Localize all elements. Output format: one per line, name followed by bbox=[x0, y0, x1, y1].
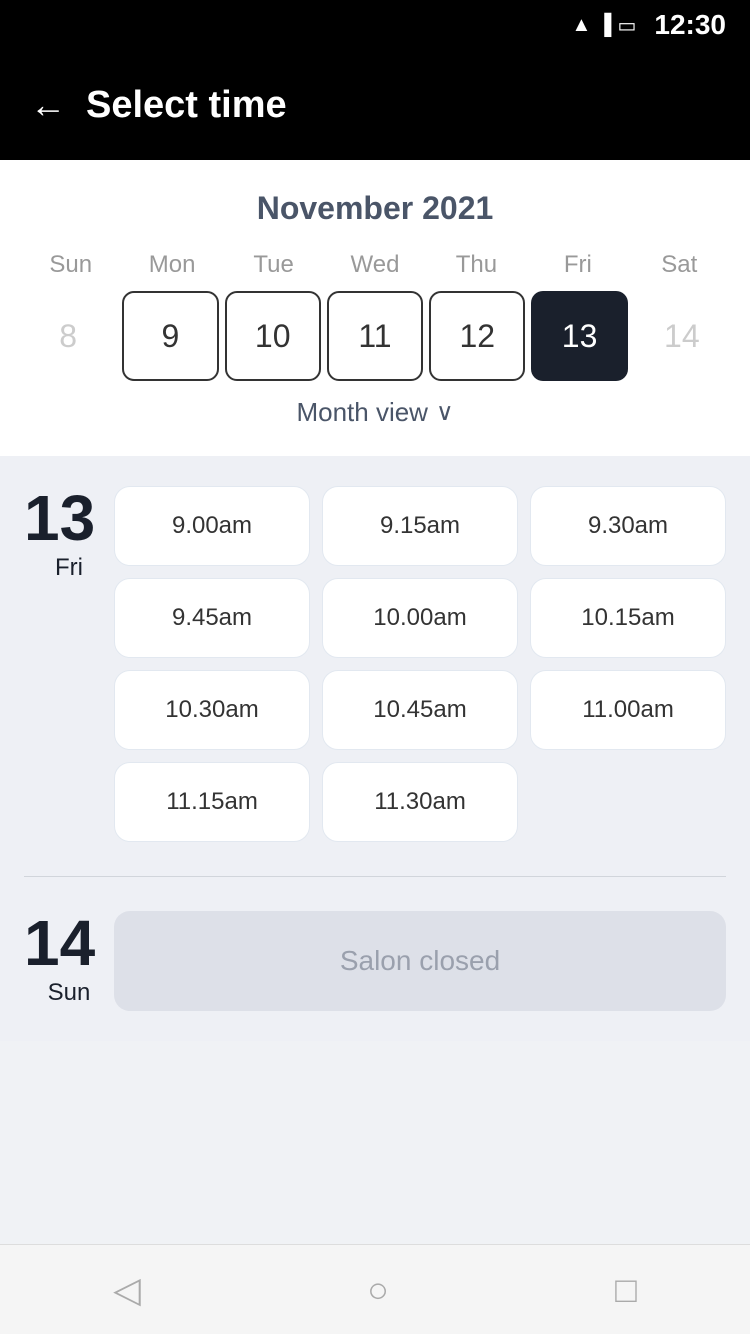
day-11[interactable]: 11 bbox=[327, 291, 423, 381]
timeslots-section: 13 Fri 9.00am 9.15am 9.30am 9.45am 10.00… bbox=[0, 456, 750, 1041]
day-13-header: 13 Fri 9.00am 9.15am 9.30am 9.45am 10.00… bbox=[24, 476, 726, 852]
slot-1045am[interactable]: 10.45am bbox=[322, 670, 518, 750]
day-9[interactable]: 9 bbox=[122, 291, 218, 381]
weekday-sat: Sat bbox=[629, 251, 730, 279]
slot-900am[interactable]: 9.00am bbox=[114, 486, 310, 566]
status-bar: ▲ ▐ ▭ 12:30 bbox=[0, 0, 750, 50]
battery-icon: ▭ bbox=[617, 13, 636, 38]
month-view-toggle[interactable]: Month view ∨ bbox=[20, 381, 730, 436]
slot-945am[interactable]: 9.45am bbox=[114, 578, 310, 658]
status-time: 12:30 bbox=[654, 9, 726, 41]
page-title: Select time bbox=[86, 84, 287, 127]
day-13-number: 13 bbox=[24, 486, 114, 550]
slot-915am[interactable]: 9.15am bbox=[322, 486, 518, 566]
back-button[interactable]: ← bbox=[30, 84, 66, 126]
weekday-mon: Mon bbox=[121, 251, 222, 279]
app-header: ← Select time bbox=[0, 50, 750, 160]
day-13-block: 13 Fri 9.00am 9.15am 9.30am 9.45am 10.00… bbox=[24, 476, 726, 852]
month-view-label: Month view bbox=[296, 397, 428, 428]
day-14[interactable]: 14 bbox=[634, 291, 730, 381]
slot-1000am[interactable]: 10.00am bbox=[322, 578, 518, 658]
day-14-name: Sun bbox=[24, 979, 114, 1007]
salon-closed-text: Salon closed bbox=[340, 945, 500, 977]
weekdays-row: Sun Mon Tue Wed Thu Fri Sat bbox=[20, 251, 730, 279]
status-icons: ▲ ▐ ▭ bbox=[572, 13, 637, 38]
wifi-icon: ▲ bbox=[572, 14, 592, 37]
day-8[interactable]: 8 bbox=[20, 291, 116, 381]
day-13-name: Fri bbox=[24, 554, 114, 582]
nav-home-icon[interactable]: ○ bbox=[367, 1269, 389, 1311]
slot-1100am[interactable]: 11.00am bbox=[530, 670, 726, 750]
day-14-col: 14 Sun bbox=[24, 901, 114, 1007]
slot-1030am[interactable]: 10.30am bbox=[114, 670, 310, 750]
signal-icon: ▐ bbox=[597, 14, 611, 37]
day-14-number: 14 bbox=[24, 911, 114, 975]
bottom-nav: ◁ ○ □ bbox=[0, 1244, 750, 1334]
day-13[interactable]: 13 bbox=[531, 291, 627, 381]
weekday-thu: Thu bbox=[426, 251, 527, 279]
weekday-fri: Fri bbox=[527, 251, 628, 279]
slot-1015am[interactable]: 10.15am bbox=[530, 578, 726, 658]
day-13-col: 13 Fri bbox=[24, 476, 114, 582]
nav-recent-icon[interactable]: □ bbox=[615, 1269, 637, 1311]
calendar-section: November 2021 Sun Mon Tue Wed Thu Fri Sa… bbox=[0, 160, 750, 456]
day-13-slots: 9.00am 9.15am 9.30am 9.45am 10.00am 10.1… bbox=[114, 476, 726, 852]
salon-closed-box: Salon closed bbox=[114, 911, 726, 1011]
nav-back-icon[interactable]: ◁ bbox=[113, 1269, 141, 1311]
month-label: November 2021 bbox=[20, 190, 730, 227]
slot-930am[interactable]: 9.30am bbox=[530, 486, 726, 566]
section-divider bbox=[24, 876, 726, 877]
weekday-sun: Sun bbox=[20, 251, 121, 279]
slot-1115am[interactable]: 11.15am bbox=[114, 762, 310, 842]
day-14-block: 14 Sun Salon closed bbox=[24, 901, 726, 1021]
weekday-wed: Wed bbox=[324, 251, 425, 279]
days-row: 8 9 10 11 12 13 14 bbox=[20, 291, 730, 381]
day-10[interactable]: 10 bbox=[225, 291, 321, 381]
slot-1130am[interactable]: 11.30am bbox=[322, 762, 518, 842]
closed-slots: Salon closed bbox=[114, 901, 726, 1021]
weekday-tue: Tue bbox=[223, 251, 324, 279]
day-12[interactable]: 12 bbox=[429, 291, 525, 381]
chevron-down-icon: ∨ bbox=[436, 398, 454, 427]
